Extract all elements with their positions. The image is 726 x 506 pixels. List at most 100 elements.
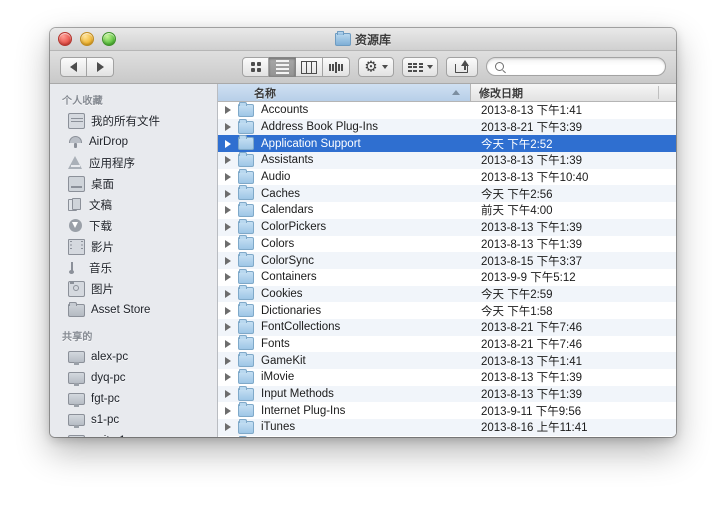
date-modified-cell: 2013-8-21 下午7:46: [473, 319, 582, 335]
table-row[interactable]: Fonts2013-8-21 下午7:46: [218, 336, 676, 353]
window-body: 个人收藏 我的所有文件 AirDrop 应用程序 桌面 文稿: [50, 84, 676, 437]
table-row[interactable]: FontCollections2013-8-21 下午7:46: [218, 319, 676, 336]
sidebar-item-desktop[interactable]: 桌面: [50, 173, 217, 194]
disclosure-triangle-icon[interactable]: [218, 423, 238, 431]
disclosure-triangle-icon[interactable]: [218, 223, 238, 231]
sidebar-item-fgt-pc[interactable]: fgt-pc: [50, 388, 217, 409]
file-name-cell: iTunes: [261, 421, 473, 433]
sidebar-item-s1-pc[interactable]: s1-pc: [50, 409, 217, 430]
chevron-down-icon: [427, 65, 433, 69]
table-row[interactable]: ColorPickers2013-8-13 下午1:39: [218, 219, 676, 236]
table-row[interactable]: Keyboard Layouts2013-8-13 下午1:39: [218, 436, 676, 437]
sidebar-item-label: 音乐: [89, 260, 112, 276]
share-icon: [455, 61, 469, 73]
disclosure-triangle-icon[interactable]: [218, 190, 238, 198]
column-header-name[interactable]: 名称: [218, 84, 471, 101]
folder-icon: [238, 271, 254, 284]
file-name-cell: Dictionaries: [261, 305, 473, 317]
file-name-cell: Cookies: [261, 288, 473, 300]
table-row[interactable]: iTunes2013-8-16 上午11:41: [218, 419, 676, 436]
disclosure-triangle-icon[interactable]: [218, 106, 238, 114]
date-modified-cell: 2013-8-13 下午1:39: [473, 386, 582, 402]
table-row[interactable]: Calendars前天 下午4:00: [218, 202, 676, 219]
table-row[interactable]: GameKit2013-8-13 下午1:41: [218, 352, 676, 369]
sidebar-item-movies[interactable]: 影片: [50, 236, 217, 257]
sidebar-item-airdrop[interactable]: AirDrop: [50, 131, 217, 152]
disclosure-triangle-icon[interactable]: [218, 273, 238, 281]
table-row[interactable]: Internet Plug-Ins2013-9-11 下午9:56: [218, 402, 676, 419]
sidebar-item-music[interactable]: 音乐: [50, 257, 217, 278]
disclosure-triangle-icon[interactable]: [218, 173, 238, 181]
sidebar-item-all-my-files[interactable]: 我的所有文件: [50, 110, 217, 131]
table-row[interactable]: Colors2013-8-13 下午1:39: [218, 236, 676, 253]
disclosure-triangle-icon[interactable]: [218, 357, 238, 365]
search-input[interactable]: [509, 60, 653, 74]
file-name-cell: Address Book Plug-Ins: [261, 121, 473, 133]
sidebar-item-label: unity-1-pc: [91, 435, 142, 438]
sidebar-item-unity-1-pc[interactable]: unity-1-pc: [50, 430, 217, 437]
disclosure-triangle-icon[interactable]: [218, 290, 238, 298]
date-modified-cell: 今天 下午1:58: [473, 303, 553, 319]
file-name-cell: Internet Plug-Ins: [261, 405, 473, 417]
table-row[interactable]: Assistants2013-8-13 下午1:39: [218, 152, 676, 169]
computer-icon: [68, 351, 85, 363]
sidebar-item-pictures[interactable]: 图片: [50, 278, 217, 299]
disclosure-triangle-icon[interactable]: [218, 390, 238, 398]
disclosure-triangle-icon[interactable]: [218, 123, 238, 131]
table-row[interactable]: Address Book Plug-Ins2013-8-21 下午3:39: [218, 119, 676, 136]
sidebar-item-applications[interactable]: 应用程序: [50, 152, 217, 173]
table-row[interactable]: Dictionaries今天 下午1:58: [218, 302, 676, 319]
disclosure-triangle-icon[interactable]: [218, 373, 238, 381]
folder-icon: [238, 354, 254, 367]
forward-button[interactable]: [87, 57, 114, 77]
table-row[interactable]: Caches今天 下午2:56: [218, 185, 676, 202]
disclosure-triangle-icon[interactable]: [218, 257, 238, 265]
disclosure-triangle-icon[interactable]: [218, 140, 238, 148]
table-row[interactable]: Input Methods2013-8-13 下午1:39: [218, 386, 676, 403]
folder-icon: [238, 321, 254, 334]
table-row[interactable]: Application Support今天 下午2:52: [218, 135, 676, 152]
sidebar-item-documents[interactable]: 文稿: [50, 194, 217, 215]
coverflow-view-button[interactable]: [323, 57, 350, 77]
date-modified-cell: 2013-8-13 下午1:39: [473, 436, 582, 437]
folder-icon: [238, 421, 254, 434]
table-row[interactable]: Accounts2013-8-13 下午1:41: [218, 102, 676, 119]
sidebar-item-downloads[interactable]: 下载: [50, 215, 217, 236]
action-menu-button[interactable]: [358, 57, 394, 77]
window-title: 资源库: [50, 31, 676, 48]
list-view-button[interactable]: [269, 57, 296, 77]
column-header-date-modified[interactable]: 修改日期: [471, 84, 676, 101]
folder-icon: [238, 371, 254, 384]
disclosure-triangle-icon[interactable]: [218, 240, 238, 248]
chevron-down-icon: [382, 65, 388, 69]
disclosure-triangle-icon[interactable]: [218, 307, 238, 315]
sidebar-item-alex-pc[interactable]: alex-pc: [50, 346, 217, 367]
file-list-header: 名称 修改日期: [218, 84, 676, 102]
file-name-cell: Fonts: [261, 338, 473, 350]
disclosure-triangle-icon[interactable]: [218, 206, 238, 214]
table-row[interactable]: Cookies今天 下午2:59: [218, 286, 676, 303]
folder-icon: [238, 221, 254, 234]
search-field[interactable]: [486, 57, 666, 76]
disclosure-triangle-icon[interactable]: [218, 340, 238, 348]
file-name-cell: Calendars: [261, 204, 473, 216]
back-button[interactable]: [60, 57, 87, 77]
column-view-button[interactable]: [296, 57, 323, 77]
table-row[interactable]: iMovie2013-8-13 下午1:39: [218, 369, 676, 386]
sidebar-item-label: 我的所有文件: [91, 113, 160, 129]
disclosure-triangle-icon[interactable]: [218, 407, 238, 415]
share-button[interactable]: [446, 57, 478, 77]
sidebar-item-asset-store[interactable]: Asset Store: [50, 299, 217, 320]
sidebar-item-label: alex-pc: [91, 351, 128, 363]
disclosure-triangle-icon[interactable]: [218, 323, 238, 331]
arrange-menu-button[interactable]: [402, 57, 438, 77]
disclosure-triangle-icon[interactable]: [218, 156, 238, 164]
computer-icon: [68, 414, 85, 426]
computer-icon: [68, 372, 85, 384]
sidebar-item-dyq-pc[interactable]: dyq-pc: [50, 367, 217, 388]
table-row[interactable]: ColorSync2013-8-15 下午3:37: [218, 252, 676, 269]
sidebar: 个人收藏 我的所有文件 AirDrop 应用程序 桌面 文稿: [50, 84, 218, 437]
table-row[interactable]: Audio2013-8-13 下午10:40: [218, 169, 676, 186]
icon-view-button[interactable]: [242, 57, 269, 77]
table-row[interactable]: Containers2013-9-9 下午5:12: [218, 269, 676, 286]
